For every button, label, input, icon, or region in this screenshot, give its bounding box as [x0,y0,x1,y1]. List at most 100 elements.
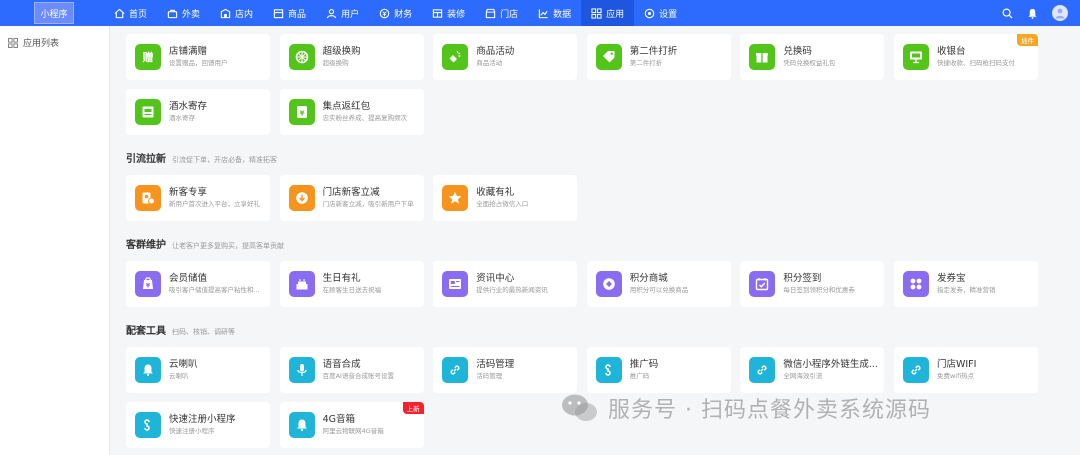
app-card-subtitle: 百度AI语音合成账号设置 [322,372,394,380]
bell-icon [135,357,161,383]
app-card-subtitle: 新用户首次进入平台，立享好礼 [169,200,260,208]
nav-item-label: 装修 [447,9,466,20]
link-icon [902,357,929,383]
app-card[interactable]: 语音合成百度AI语音合成账号设置 [279,347,424,393]
app-card[interactable]: 发券宝 指定发券，精准营销 [893,261,1038,307]
app-card-subtitle: 吸引客户储值提高客户粘性和... [169,286,260,294]
app-card[interactable]: ¥ 会员储值 吸引客户储值提高客户粘性和... [126,261,270,307]
nav-item-label: 财务 [394,9,413,20]
section-0: 赠店铺满赠 设置赠品，回馈用户 超级换购 超级换购 商品活动 商品活动 第二件打折 第二件打折… [126,26,1080,135]
app-card[interactable]: 兑换码 凭码兑换权益礼包 [740,34,885,80]
nav-item-2[interactable]: 店内 [210,0,263,26]
app-card[interactable]: 生日有礼 在顾客生日送去祝福 [279,261,424,307]
news-icon [442,271,469,297]
app-card-title: 推广码 [629,359,659,370]
app-card-subtitle: 活码管理 [476,372,503,380]
app-logo[interactable]: 小程序 [34,2,74,24]
app-card[interactable]: 积分签到 每日签到领积分和优惠券 [740,261,885,307]
app-card-title: 积分签到 [783,273,822,284]
nav-item-3[interactable]: 商品 [263,0,316,26]
app-card-subtitle: 全面抢占微信入口 [476,200,529,208]
app-card-text: 语音合成百度AI语音合成账号设置 [323,358,394,382]
nav-item-9[interactable]: 应用 [581,0,635,26]
app-card-subtitle: 指定发券，精准营销 [936,286,996,294]
store-inside-icon [220,8,231,19]
new-customer-icon [135,185,161,211]
app-card[interactable]: 4G音箱 阿里云物联网4G音箱 上新 [279,402,424,448]
nav-item-4[interactable]: 用户 [316,0,369,26]
nav-item-label: 首页 [129,9,148,20]
app-card-title: 语音合成 [322,359,361,370]
app-card[interactable]: 新客专享 新用户首次进入平台，立享好礼 [126,175,270,221]
app-card-subtitle: 快速注册小程序 [169,427,215,435]
app-card[interactable]: 超级换购 超级换购 [279,34,424,80]
app-card-text: 会员储值 吸引客户储值提高客户粘性和... [169,272,260,296]
shop-icon [485,8,496,19]
app-card-title: 商品活动 [476,46,515,57]
section-title: 客群维护 [126,240,166,251]
app-card-text: 收藏有礼全面抢占微信入口 [476,186,528,210]
app-card-text: 活码管理 活码管理 [476,358,514,382]
app-card-title: 4G音箱 [322,414,355,425]
nav-item-1[interactable]: 外卖 [157,0,210,26]
chart-icon [538,8,549,19]
bell-icon [288,412,315,438]
nav-item-10[interactable]: 设置 [634,0,687,26]
section-header: 引流拉新 引流促下单，开店必备，精准拓客 [126,145,1080,175]
coupon-icon [902,271,929,297]
gift-icon: 赠 [135,44,161,70]
app-card-text: 收银台 快捷收款、扫码枪扫码支付 [937,45,1015,69]
tag-icon [595,44,622,70]
avatar[interactable] [1052,5,1068,21]
nav-item-7[interactable]: 门店 [475,0,528,26]
app-card[interactable]: 推广码 推广码 [586,347,731,393]
app-card[interactable]: 赠 店铺满赠 设置赠品，回馈用户 [126,34,270,80]
app-card[interactable]: 门店WIFI 免费wifi热点 [893,347,1038,393]
app-card-title: 微信小程序外链生成... [783,359,878,370]
app-card[interactable]: 积分商城 用积分可以兑换商品 [586,261,731,307]
app-card-title: 酒水寄存 [169,101,208,112]
cashier-icon [902,44,929,70]
app-card[interactable]: 商品活动 商品活动 [433,34,578,80]
app-card-title: 集点返红包 [322,101,371,112]
star-icon [442,185,469,211]
nav-item-label: 设置 [659,9,678,20]
exchange-icon [288,44,315,70]
sidebar-item-app-list[interactable]: 应用列表 [0,26,109,49]
nav-item-8[interactable]: 数据 [528,0,581,26]
app-card[interactable]: 收藏有礼全面抢占微信入口 [433,175,578,221]
finance-icon [379,8,390,19]
app-card-text: 酒水寄存 酒水寄存 [169,100,207,124]
app-card[interactable]: 云喇叭 云喇叭 [126,347,270,393]
miniapp-icon [595,357,622,383]
section-header: 客群维护 让老客户更多复购买，提高客单贡献 [126,231,1080,261]
points-mall-icon [595,271,622,297]
nav-item-0[interactable]: 首页 [104,0,157,26]
search-icon[interactable] [1002,4,1013,23]
sidebar: 应用列表 [0,26,110,455]
app-card-text: 发券宝 指定发券，精准营销 [937,272,996,296]
app-card-subtitle: 云喇叭 [169,372,189,380]
app-card[interactable]: 活码管理 活码管理 [433,347,578,393]
app-card[interactable]: 第二件打折 第二件打折 [586,34,731,80]
app-card[interactable]: ¥ 集点返红包 忠实粉丝养成、提高复购频次 [279,89,424,135]
app-list-main: 赠店铺满赠 设置赠品，回馈用户 超级换购 超级换购 商品活动 商品活动 第二件打折 第二件打折… [126,26,1080,455]
svg-text:赠: 赠 [143,50,154,64]
nav-item-5[interactable]: 财务 [369,0,422,26]
takeout-icon [167,8,178,19]
nav-item-6[interactable]: 装修 [422,0,475,26]
section-title: 配套工具 [126,326,166,337]
bell-icon[interactable] [1027,4,1038,23]
app-card-title: 生日有礼 [322,273,361,284]
app-card-title: 资讯中心 [476,273,515,284]
app-card[interactable]: 门店新客立减 门店新客立减，吸引新用户下单 [279,175,424,221]
app-card[interactable]: 酒水寄存 酒水寄存 [126,89,270,135]
nav-item-label: 店内 [235,9,254,20]
app-card[interactable]: 快速注册小程序 快速注册小程序 [126,402,270,448]
app-card-title: 收藏有礼 [476,187,515,198]
app-card[interactable]: 资讯中心 提供行业的最热新闻资讯 [433,261,578,307]
app-card[interactable]: 收银台 快捷收款、扫码枪扫码支付 插件 [893,34,1038,80]
app-card-subtitle: 设置赠品，回馈用户 [169,59,228,67]
app-card[interactable]: 微信小程序外链生成... 全网海效引流 [740,347,885,393]
apps-icon [591,7,602,19]
